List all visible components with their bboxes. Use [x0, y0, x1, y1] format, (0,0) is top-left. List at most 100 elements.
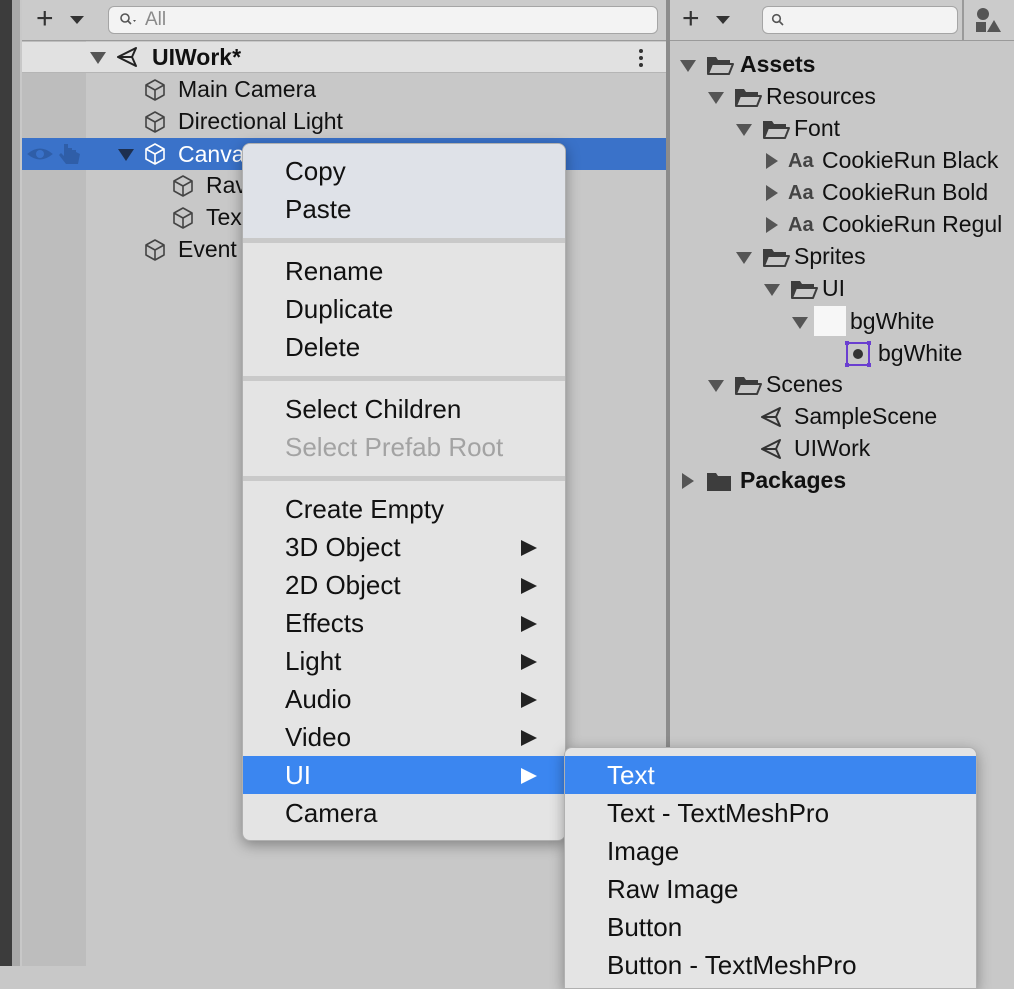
search-by-type-icon[interactable] [974, 6, 1002, 34]
project-item-label: Scenes [766, 371, 843, 397]
menu-item-label: Select Prefab Root [285, 432, 504, 462]
sprite-icon [845, 341, 871, 367]
search-icon [771, 13, 784, 26]
menu-item-effects[interactable]: Effects [243, 604, 565, 642]
expand-arrow-icon[interactable] [792, 317, 808, 329]
menu-item-copy[interactable]: Copy [243, 152, 565, 190]
menu-item-label: Button - TextMeshPro [607, 950, 857, 980]
collapse-arrow-icon[interactable] [766, 185, 778, 201]
submenu-item-image[interactable]: Image [565, 832, 976, 870]
expand-arrow-icon[interactable] [680, 60, 696, 72]
project-item-scenes[interactable]: Scenes [670, 368, 1014, 400]
project-item-scene-file[interactable]: SampleScene [670, 400, 1014, 432]
project-item-font[interactable]: Font [670, 112, 1014, 144]
project-item-sprite[interactable]: bgWhite [670, 338, 1014, 370]
visibility-eye-icon[interactable] [26, 144, 54, 164]
project-item-scene-file[interactable]: UIWork [670, 432, 1014, 464]
more-options-icon[interactable] [636, 47, 646, 69]
gameobject-cube-icon [145, 111, 165, 133]
pickability-hand-icon[interactable] [58, 142, 84, 166]
project-item-label: CookieRun Regul [822, 211, 1003, 237]
submenu-item-button[interactable]: Button [565, 908, 976, 946]
project-item-label: Assets [740, 51, 816, 77]
menu-item-label: Duplicate [285, 294, 394, 324]
menu-item-3d-object[interactable]: 3D Object [243, 528, 565, 566]
menu-item-rename[interactable]: Rename [243, 252, 565, 290]
menu-item-2d-object[interactable]: 2D Object [243, 566, 565, 604]
folder-open-icon [763, 121, 790, 139]
menu-item-delete[interactable]: Delete [243, 328, 565, 366]
menu-item-label: Video [285, 722, 352, 752]
project-item-label: CookieRun Black [822, 147, 999, 173]
chevron-down-icon[interactable] [716, 16, 730, 24]
menu-item-label: 3D Object [285, 532, 401, 562]
submenu-item-button-textmeshpro[interactable]: Button - TextMeshPro [565, 946, 976, 984]
project-item-assets[interactable]: Assets [670, 48, 1014, 80]
menu-item-label: Select Children [285, 394, 462, 424]
hierarchy-item-label: Tex [206, 204, 242, 230]
menu-item-select-children[interactable]: Select Children [243, 390, 565, 428]
collapse-arrow-icon[interactable] [766, 153, 778, 169]
gameobject-cube-icon [145, 239, 165, 261]
submenu-item-raw-image[interactable]: Raw Image [565, 870, 976, 908]
project-item-label: Resources [766, 83, 876, 109]
menu-item-light[interactable]: Light [243, 642, 565, 680]
menu-item-paste[interactable]: Paste [243, 190, 565, 228]
expand-arrow-icon[interactable] [736, 124, 752, 136]
menu-item-duplicate[interactable]: Duplicate [243, 290, 565, 328]
submenu-item-text-textmeshpro[interactable]: Text - TextMeshPro [565, 794, 976, 832]
expand-arrow-icon[interactable] [118, 149, 134, 161]
submenu-arrow-icon [521, 540, 537, 556]
menu-item-label: Effects [285, 608, 365, 638]
project-item-ui-folder[interactable]: UI [670, 272, 1014, 304]
hierarchy-item-label: Rav [206, 172, 247, 198]
expand-arrow-icon[interactable] [736, 252, 752, 264]
menu-separator [243, 238, 565, 243]
project-item-texture[interactable]: bgWhite [670, 304, 1014, 338]
folder-open-icon [763, 249, 790, 267]
project-item-label: UIWork [794, 435, 871, 461]
project-item-label: Packages [740, 467, 847, 493]
project-item-font-asset[interactable]: Aa CookieRun Regul [670, 208, 1014, 240]
search-icon [120, 13, 136, 25]
project-item-label: Sprites [794, 243, 866, 269]
submenu-item-text[interactable]: Text [565, 756, 976, 794]
gameobject-cube-icon [145, 143, 165, 165]
expand-arrow-icon[interactable] [708, 380, 724, 392]
project-item-font-asset[interactable]: Aa CookieRun Black [670, 144, 1014, 176]
folder-open-icon [735, 377, 762, 395]
project-item-font-asset[interactable]: Aa CookieRun Bold [670, 176, 1014, 208]
project-item-resources[interactable]: Resources [670, 80, 1014, 112]
project-create-button[interactable]: + [682, 4, 700, 34]
project-item-label: UI [822, 275, 845, 301]
collapse-arrow-icon[interactable] [766, 217, 778, 233]
collapse-arrow-icon[interactable] [682, 473, 694, 489]
unity-scene-icon [761, 407, 781, 427]
menu-item-create-empty[interactable]: Create Empty [243, 490, 565, 528]
menu-item-camera[interactable]: Camera [243, 794, 565, 832]
expand-arrow-icon[interactable] [90, 52, 106, 64]
project-item-label: bgWhite [878, 340, 963, 366]
hierarchy-item-main-camera[interactable]: Main Camera [22, 74, 666, 106]
scene-name: UIWork* [152, 44, 242, 70]
menu-item-audio[interactable]: Audio [243, 680, 565, 718]
project-item-packages[interactable]: Packages [670, 464, 1014, 496]
unity-scene-icon [761, 439, 781, 459]
menu-item-label: Paste [285, 194, 352, 224]
scene-header-row[interactable]: UIWork* [22, 42, 666, 73]
expand-arrow-icon[interactable] [764, 284, 780, 296]
folder-closed-icon [707, 473, 731, 491]
menu-item-label: Text [607, 760, 655, 790]
menu-item-video[interactable]: Video [243, 718, 565, 756]
project-search-input[interactable] [762, 6, 958, 34]
menu-item-label: Rename [285, 256, 384, 286]
hierarchy-search-input[interactable]: All [108, 6, 658, 34]
hierarchy-create-button[interactable]: + [36, 4, 54, 34]
project-item-sprites[interactable]: Sprites [670, 240, 1014, 272]
menu-item-ui[interactable]: UI [243, 756, 565, 794]
unity-scene-icon [117, 47, 137, 67]
expand-arrow-icon[interactable] [708, 92, 724, 104]
chevron-down-icon[interactable] [70, 16, 84, 24]
hierarchy-item-directional-light[interactable]: Directional Light [22, 106, 666, 138]
left-dock-border [12, 0, 20, 966]
